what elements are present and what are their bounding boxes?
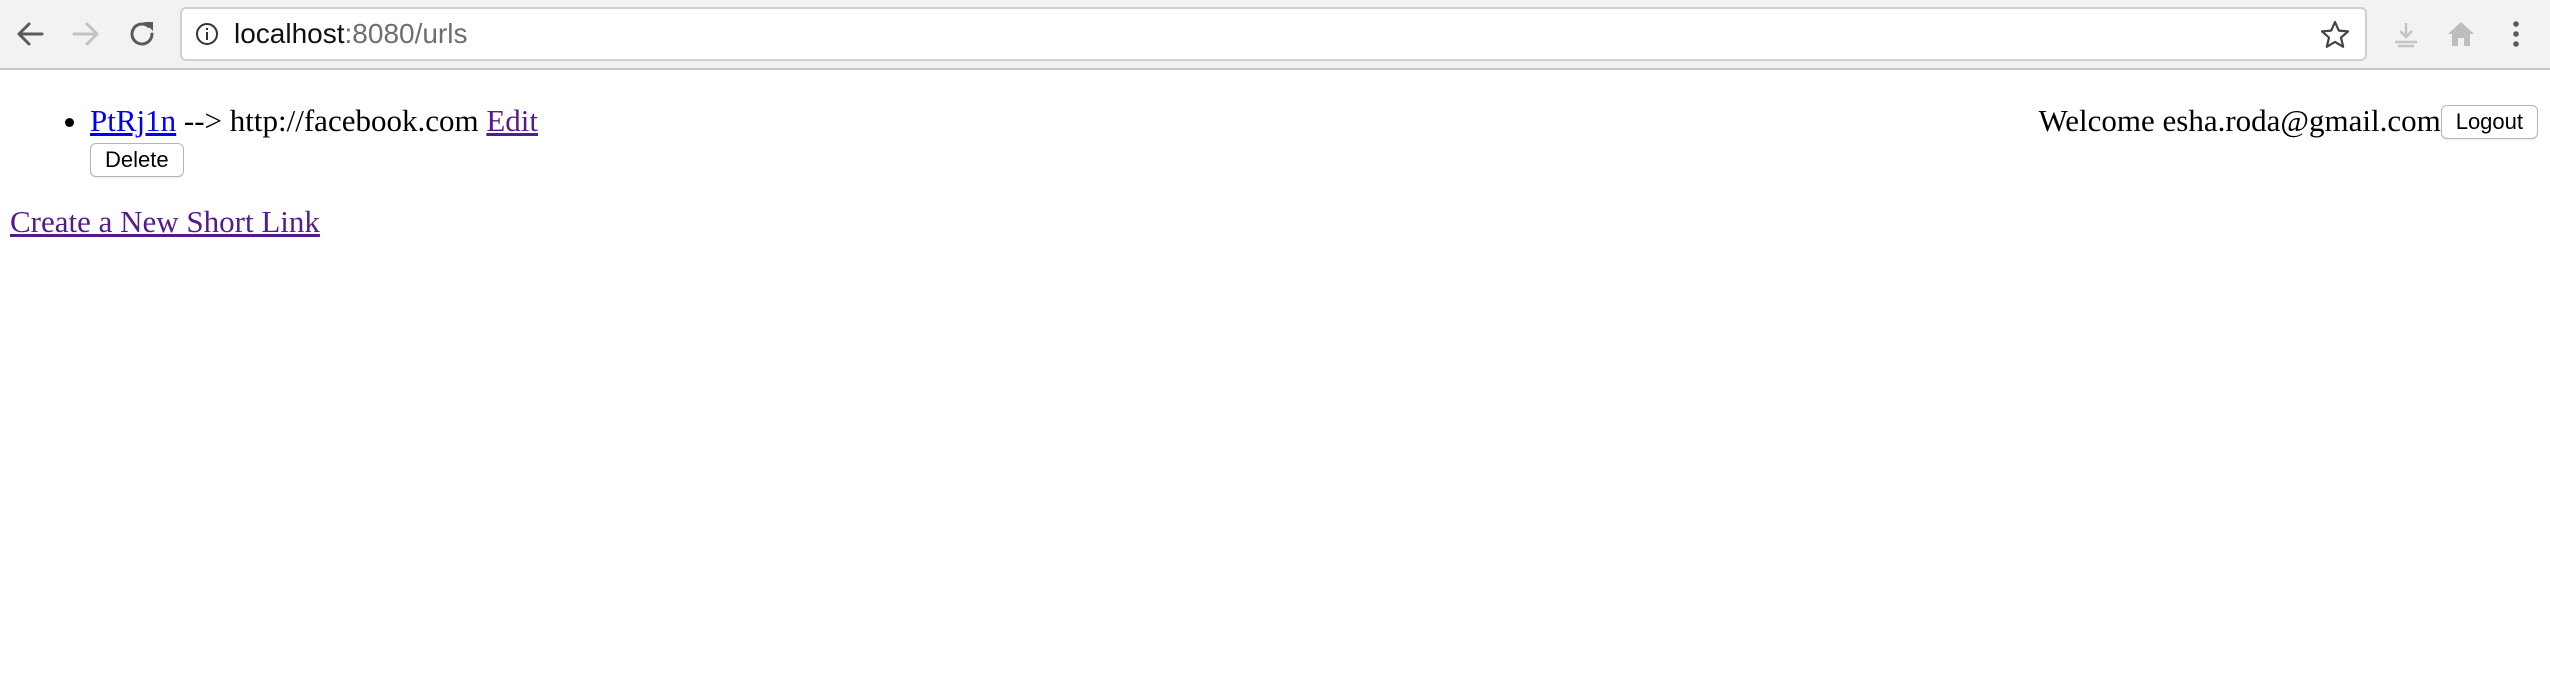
home-button[interactable] [2441,14,2481,54]
extension-icon [2395,23,2417,48]
address-host: localhost [234,18,345,49]
address-text[interactable]: localhost:8080/urls [234,9,467,59]
edit-link[interactable]: Edit [486,103,538,138]
address-bar[interactable]: localhost:8080/urls [180,7,2367,61]
delete-button[interactable]: Delete [90,143,184,177]
reload-button[interactable] [122,12,162,56]
menu-button[interactable] [2496,14,2536,54]
arrow-right-icon [72,22,99,46]
address-path: :8080/urls [344,18,468,49]
url-list-item: PtRj1n --> http://facebook.com Edit Dele… [90,102,538,177]
kebab-menu-icon [2513,21,2519,47]
info-icon[interactable] [195,22,219,46]
extension-button[interactable] [2386,14,2426,54]
home-icon [2448,22,2474,46]
long-url-text: http://facebook.com [229,103,479,138]
create-short-link[interactable]: Create a New Short Link [10,203,320,241]
page-content: PtRj1n --> http://facebook.com Edit Dele… [0,70,2550,698]
back-button[interactable] [10,12,50,56]
star-icon[interactable] [2319,19,2351,51]
url-list: PtRj1n --> http://facebook.com Edit Dele… [0,102,538,177]
forward-button[interactable] [66,12,106,56]
browser-toolbar: localhost:8080/urls [0,0,2550,70]
logout-button[interactable]: Logout [2440,105,2538,139]
arrow-text: --> [183,103,223,138]
user-header: Welcome esha.roda@gmail.com Logout [2038,102,2538,140]
short-url-link[interactable]: PtRj1n [90,103,176,138]
arrow-left-icon [17,22,44,46]
reload-icon [130,22,154,46]
welcome-text: Welcome esha.roda@gmail.com [2038,103,2441,138]
